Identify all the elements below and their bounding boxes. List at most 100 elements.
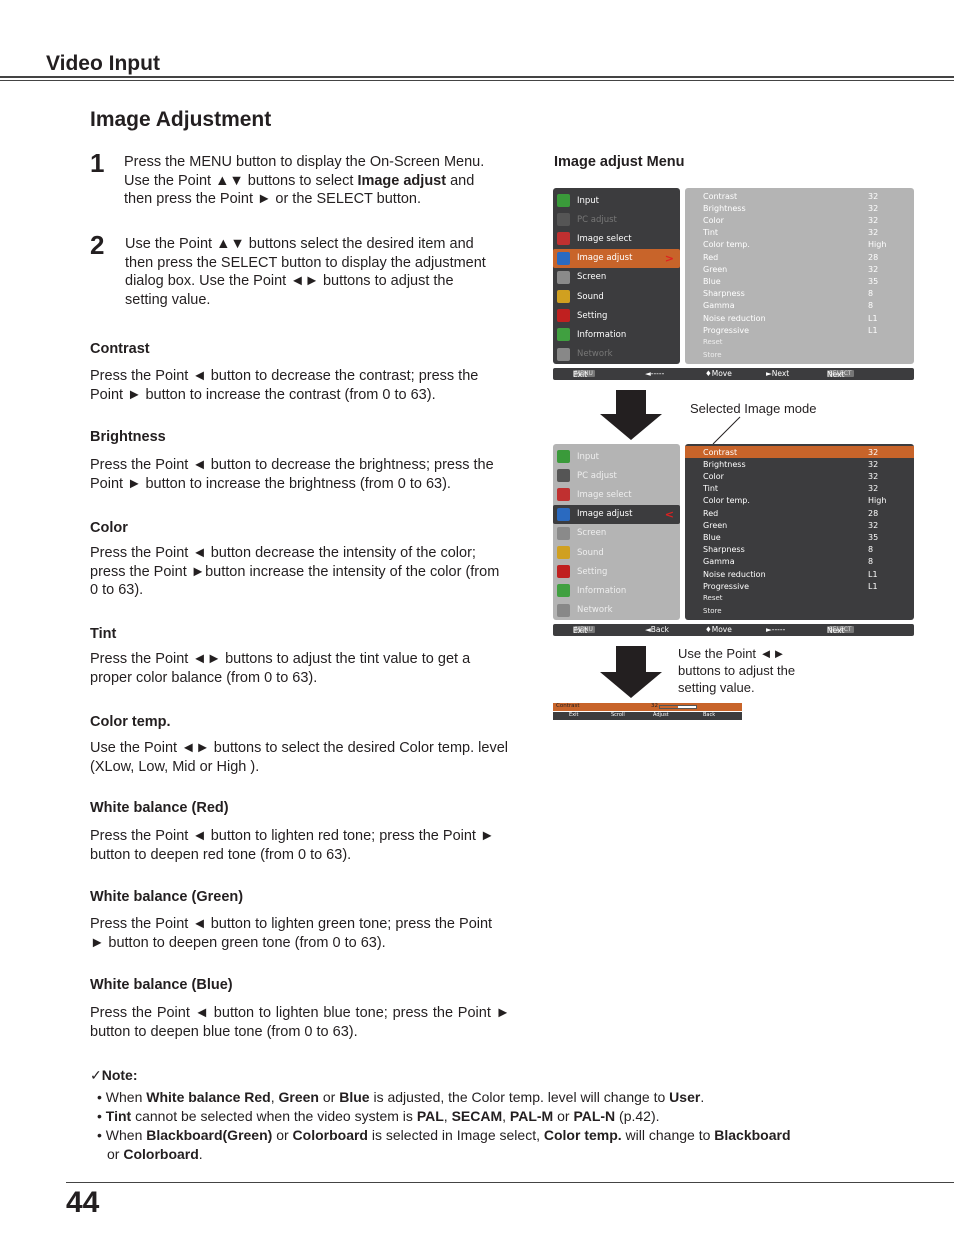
osd-setting-row[interactable]: Progressive L1: [685, 324, 914, 336]
note-text: Blackboard: [714, 1127, 791, 1143]
osd-menu-item[interactable]: Image select: [553, 485, 680, 504]
osd-setting-row[interactable]: Noise reduction L1: [685, 568, 914, 580]
item-title: Color temp.: [90, 714, 171, 730]
setting-value: High: [868, 240, 887, 250]
section-title: Video Input: [46, 52, 160, 75]
step-text: Use the Point ▲▼ buttons select the desi…: [125, 236, 486, 308]
osd-setting-row[interactable]: Red 28: [685, 507, 914, 519]
footer-rule: [66, 1182, 954, 1183]
osd-menu-item-label: Screen: [577, 272, 607, 283]
osd-setting-row[interactable]: Color 32: [685, 470, 914, 482]
osd-setting-row[interactable]: Contrast 32: [685, 190, 914, 202]
help-exit: Exit: [573, 626, 588, 635]
osd-menu-item[interactable]: Screen: [553, 524, 680, 543]
osd-setting-row[interactable]: Green 32: [685, 263, 914, 275]
dialog-label: Contrast: [556, 703, 580, 709]
osd-menu-item[interactable]: Information: [553, 581, 680, 600]
arrow-down-icon: [600, 390, 662, 440]
osd-menu-item[interactable]: Network: [553, 601, 680, 620]
step-text: Press the MENU button to display the On-…: [124, 153, 494, 209]
osd-menu-item[interactable]: Sound: [553, 287, 680, 306]
setting-value: L1: [868, 313, 878, 323]
osd-menu-item[interactable]: Setting: [553, 562, 680, 581]
osd-setting-row[interactable]: Noise reduction L1: [685, 312, 914, 324]
osd-menu-item[interactable]: Sound: [553, 543, 680, 562]
osd-setting-row[interactable]: Color temp. High: [685, 495, 914, 507]
setting-value: 32: [868, 191, 879, 201]
setting-label: Sharpness: [703, 289, 745, 299]
osd-menu-item[interactable]: Input: [553, 191, 680, 210]
note-text: or: [318, 1089, 340, 1105]
setting-value: L1: [868, 569, 878, 579]
osd-setting-row[interactable]: Gamma 8: [685, 300, 914, 312]
osd-menu-item[interactable]: Network: [553, 345, 680, 364]
osd-store[interactable]: Store: [685, 605, 914, 617]
osd-setting-row[interactable]: Tint 32: [685, 227, 914, 239]
note-bullet: • When Blackboard(Green) or Colorboard i…: [97, 1127, 791, 1162]
note-text: When: [105, 1089, 147, 1105]
osd-menu-item[interactable]: PC adjust: [553, 210, 680, 229]
osd-setting-row[interactable]: Gamma 8: [685, 556, 914, 568]
dialog-slider[interactable]: [659, 705, 697, 709]
note-text: ,: [270, 1089, 279, 1105]
note-text: PAL-M: [509, 1108, 554, 1124]
arrow-down-icon: [600, 646, 662, 698]
osd-menu-item-label: Sound: [577, 291, 604, 302]
note-text: ,: [502, 1108, 510, 1124]
item-title: White balance (Green): [90, 889, 244, 905]
note-text: White balance Red: [146, 1089, 271, 1105]
osd-setting-row[interactable]: Progressive L1: [685, 580, 914, 592]
setting-label: Tint: [703, 228, 719, 238]
item-text: Press the Point ◄ button to lighten gree…: [90, 916, 493, 951]
osd-reset[interactable]: Reset: [685, 592, 914, 604]
osd-reset[interactable]: Reset: [685, 336, 914, 348]
menu-item-icon: [557, 546, 570, 559]
osd-setting-row[interactable]: Tint 32: [685, 483, 914, 495]
setting-label: Contrast: [703, 447, 738, 457]
osd-menu-item[interactable]: Information: [553, 325, 680, 344]
menu-item-icon: [557, 232, 570, 246]
osd-menu-item[interactable]: PC adjust: [553, 466, 680, 485]
osd-menu-item-label: Input: [577, 451, 600, 462]
osd-menu-item[interactable]: Image adjust <: [553, 504, 680, 524]
note-text: PAL-N: [573, 1108, 616, 1124]
setting-value: 32: [868, 215, 879, 225]
osd-store[interactable]: Store: [685, 349, 914, 361]
osd-menu-item[interactable]: Input: [553, 447, 680, 466]
osd-menu-item[interactable]: Image adjust >: [553, 248, 680, 268]
setting-label: Tint: [703, 484, 719, 494]
setting-label: Progressive: [703, 325, 750, 335]
annotation-leader-line: [712, 416, 741, 445]
osd-setting-row[interactable]: Color temp. High: [685, 239, 914, 251]
note-text: or: [107, 1146, 124, 1162]
osd-setting-row[interactable]: Green 32: [685, 519, 914, 531]
osd-setting-row[interactable]: Sharpness 8: [685, 544, 914, 556]
osd-setting-row[interactable]: Blue 35: [685, 275, 914, 287]
check-icon: ✓: [90, 1067, 102, 1083]
osd-setting-row[interactable]: Brightness 32: [685, 458, 914, 470]
dialog-back: Back: [703, 712, 716, 718]
menu-item-icon: [557, 565, 570, 579]
item-title: Contrast: [90, 341, 150, 357]
item-title: Color: [90, 520, 128, 536]
osd-menu-item-label: Network: [577, 605, 613, 616]
osd-menu-item-label: Setting: [577, 310, 608, 321]
setting-label: Color: [703, 471, 724, 481]
osd-menu-item[interactable]: Setting: [553, 306, 680, 325]
osd-setting-row[interactable]: Blue 35: [685, 531, 914, 543]
osd-setting-row[interactable]: Sharpness 8: [685, 288, 914, 300]
osd-setting-row[interactable]: Brightness 32: [685, 202, 914, 214]
osd-setting-row[interactable]: Red 28: [685, 251, 914, 263]
osd-setting-row[interactable]: Contrast 32: [685, 446, 914, 458]
osd-menu-item-label: Image adjust: [577, 253, 633, 264]
osd-setting-row[interactable]: Color 32: [685, 214, 914, 226]
note-text: Blue: [339, 1089, 370, 1105]
item-title: Brightness: [90, 429, 166, 445]
setting-value: 32: [868, 484, 879, 494]
osd-menu-item-label: Screen: [577, 528, 607, 539]
menu-item-icon: [557, 194, 570, 207]
setting-label: Brightness: [703, 459, 746, 469]
setting-value: 32: [868, 228, 879, 238]
osd-menu-item[interactable]: Image select: [553, 229, 680, 248]
osd-menu-item[interactable]: Screen: [553, 268, 680, 287]
